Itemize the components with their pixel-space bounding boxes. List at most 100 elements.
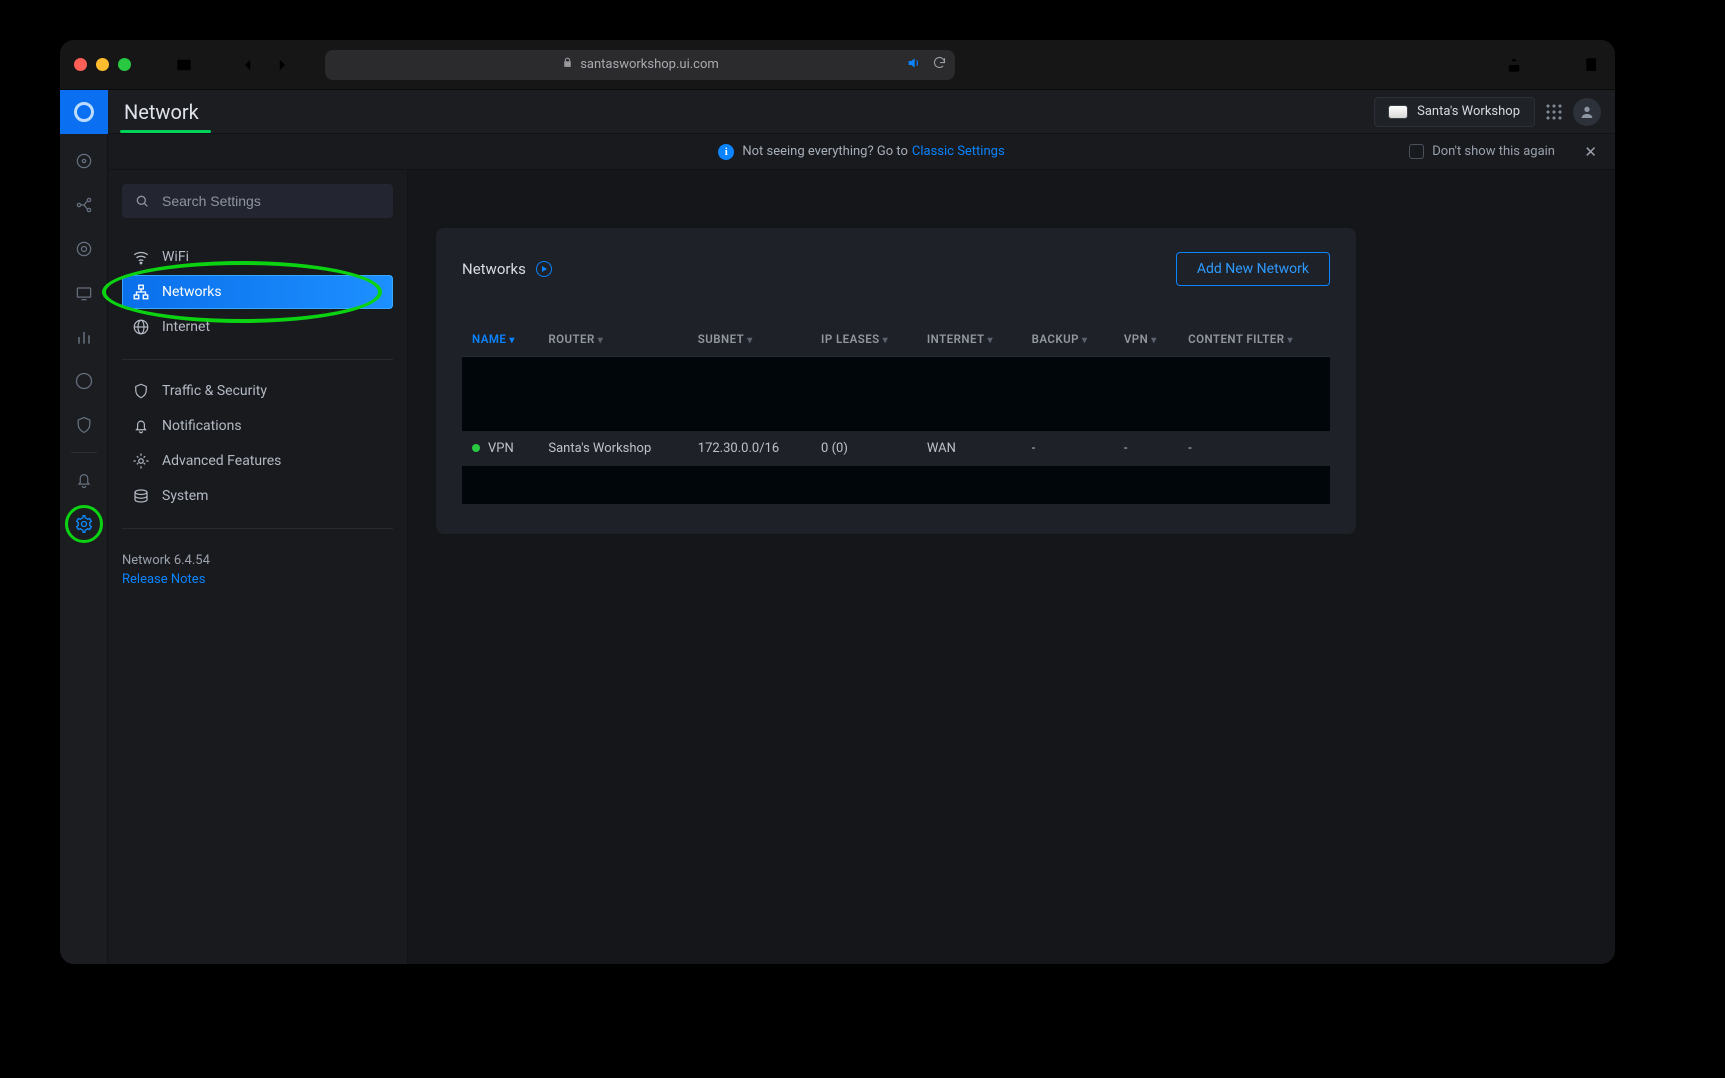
cell-content-filter: - bbox=[1178, 431, 1330, 466]
networks-card: Networks Add New Network NAME▾ bbox=[436, 228, 1356, 534]
sidebar-item-networks[interactable]: Networks bbox=[122, 275, 393, 309]
cell-subnet: 172.30.0.0/16 bbox=[688, 431, 811, 466]
card-header: Networks Add New Network bbox=[462, 252, 1330, 286]
bell-icon bbox=[132, 417, 150, 435]
site-switcher-button[interactable]: Santa's Workshop bbox=[1374, 97, 1535, 127]
col-content-filter[interactable]: CONTENT FILTER▾ bbox=[1178, 322, 1330, 357]
reload-icon[interactable] bbox=[932, 55, 947, 74]
col-subnet[interactable]: SUBNET▾ bbox=[688, 322, 811, 357]
share-icon[interactable] bbox=[1503, 54, 1525, 76]
wifi-icon bbox=[132, 248, 150, 266]
rail-settings[interactable] bbox=[60, 503, 108, 545]
cell-vpn: - bbox=[1114, 431, 1178, 466]
rail-notifications[interactable] bbox=[60, 459, 108, 501]
lan-icon bbox=[132, 283, 150, 301]
col-router[interactable]: ROUTER▾ bbox=[538, 322, 687, 357]
sidebar-item-internet[interactable]: Internet bbox=[122, 310, 393, 344]
sidebar-label: Notifications bbox=[162, 418, 242, 434]
app-body: Network Santa's Workshop i Not seeing ev… bbox=[60, 90, 1615, 964]
cell-backup: - bbox=[1022, 431, 1114, 466]
col-vpn[interactable]: VPN▾ bbox=[1114, 322, 1178, 357]
cell-name: VPN bbox=[462, 431, 538, 466]
search-icon bbox=[134, 193, 150, 209]
version-label: Network 6.4.54 bbox=[122, 553, 210, 568]
sidebar-label: Internet bbox=[162, 319, 210, 335]
sidebar-toggle-icon[interactable] bbox=[173, 54, 195, 76]
table-row[interactable]: VPN Santa's Workshop 172.30.0.0/16 0 (0)… bbox=[462, 431, 1330, 466]
sidebar-label: Traffic & Security bbox=[162, 383, 267, 399]
window-controls bbox=[74, 58, 131, 71]
url-bar[interactable]: santasworkshop.ui.com bbox=[325, 50, 955, 80]
rail-topology[interactable] bbox=[60, 184, 108, 226]
sidebar-item-notifications[interactable]: Notifications bbox=[122, 409, 393, 443]
settings-sidebar: WiFi Networks Internet bbox=[108, 170, 408, 964]
site-flag-icon bbox=[1389, 106, 1407, 118]
col-name[interactable]: NAME▾ bbox=[462, 322, 538, 357]
apps-grid-icon[interactable] bbox=[1545, 103, 1563, 121]
classic-settings-link[interactable]: Classic Settings bbox=[912, 144, 1005, 159]
search-settings[interactable] bbox=[122, 184, 393, 218]
checkbox-icon[interactable] bbox=[1409, 144, 1424, 159]
banner-text: Not seeing everything? Go to bbox=[742, 144, 908, 159]
sidebar-label: Advanced Features bbox=[162, 453, 281, 469]
cell-router: Santa's Workshop bbox=[538, 431, 687, 466]
rail-security[interactable] bbox=[60, 404, 108, 446]
audio-icon[interactable] bbox=[906, 55, 922, 75]
release-notes-link[interactable]: Release Notes bbox=[122, 572, 393, 587]
nav-rail bbox=[60, 90, 108, 964]
card-title: Networks bbox=[462, 260, 526, 278]
sidebar-label: Networks bbox=[162, 284, 222, 300]
rail-dashboard[interactable] bbox=[60, 140, 108, 182]
sidebar-item-wifi[interactable]: WiFi bbox=[122, 240, 393, 274]
sidebar-label: WiFi bbox=[162, 249, 189, 265]
close-banner-icon[interactable]: ✕ bbox=[1584, 143, 1597, 161]
sidebar-item-advanced-features[interactable]: Advanced Features bbox=[122, 444, 393, 478]
brand-logo[interactable] bbox=[60, 90, 108, 134]
gear-icon bbox=[132, 452, 150, 470]
rail-statistics[interactable] bbox=[60, 316, 108, 358]
redacted-row bbox=[462, 466, 1330, 504]
add-button-label: Add New Network bbox=[1197, 261, 1309, 277]
lock-icon bbox=[561, 56, 574, 73]
url-text: santasworkshop.ui.com bbox=[580, 57, 719, 72]
back-icon[interactable] bbox=[237, 54, 259, 76]
page-title: Network bbox=[124, 97, 199, 127]
shield-icon bbox=[132, 382, 150, 400]
browser-window: santasworkshop.ui.com bbox=[60, 40, 1615, 964]
sidebar-item-system[interactable]: System bbox=[122, 479, 393, 513]
minimize-window-icon[interactable] bbox=[96, 58, 109, 71]
user-avatar[interactable] bbox=[1573, 98, 1601, 126]
banner-dismiss[interactable]: Don't show this again bbox=[1409, 144, 1555, 159]
forward-icon bbox=[271, 54, 293, 76]
add-new-network-button[interactable]: Add New Network bbox=[1176, 252, 1330, 286]
app-header: Network Santa's Workshop bbox=[108, 90, 1615, 134]
redacted-row bbox=[462, 357, 1330, 431]
status-dot-icon bbox=[472, 444, 480, 452]
rail-wifi-insights[interactable] bbox=[60, 360, 108, 402]
info-banner: i Not seeing everything? Go to Classic S… bbox=[108, 134, 1615, 170]
sidebar-label: System bbox=[162, 488, 208, 504]
col-backup[interactable]: BACKUP▾ bbox=[1022, 322, 1114, 357]
sidebar-item-traffic-security[interactable]: Traffic & Security bbox=[122, 374, 393, 408]
play-tour-icon[interactable] bbox=[536, 261, 552, 277]
rail-devices[interactable] bbox=[60, 228, 108, 270]
col-ip-leases[interactable]: IP LEASES▾ bbox=[811, 322, 917, 357]
cell-ip-leases: 0 (0) bbox=[811, 431, 917, 466]
sidebar-group-2: Traffic & Security Notifications Advance… bbox=[122, 374, 393, 514]
new-tab-icon[interactable] bbox=[1541, 54, 1563, 76]
globe-icon bbox=[132, 318, 150, 336]
close-window-icon[interactable] bbox=[74, 58, 87, 71]
rail-separator bbox=[71, 452, 97, 453]
info-icon: i bbox=[718, 144, 734, 160]
brand-logo-icon bbox=[74, 102, 94, 122]
sidebar-footer: Network 6.4.54 Release Notes bbox=[122, 553, 393, 587]
content-area: Networks Add New Network NAME▾ bbox=[408, 170, 1615, 964]
sidebar-group-1: WiFi Networks Internet bbox=[122, 240, 393, 345]
zoom-window-icon[interactable] bbox=[118, 58, 131, 71]
search-input[interactable] bbox=[160, 192, 381, 210]
dismiss-label: Don't show this again bbox=[1432, 144, 1555, 159]
rail-clients[interactable] bbox=[60, 272, 108, 314]
browser-topbar: santasworkshop.ui.com bbox=[60, 40, 1615, 90]
tabs-overview-icon[interactable] bbox=[1579, 54, 1601, 76]
col-internet[interactable]: INTERNET▾ bbox=[917, 322, 1022, 357]
